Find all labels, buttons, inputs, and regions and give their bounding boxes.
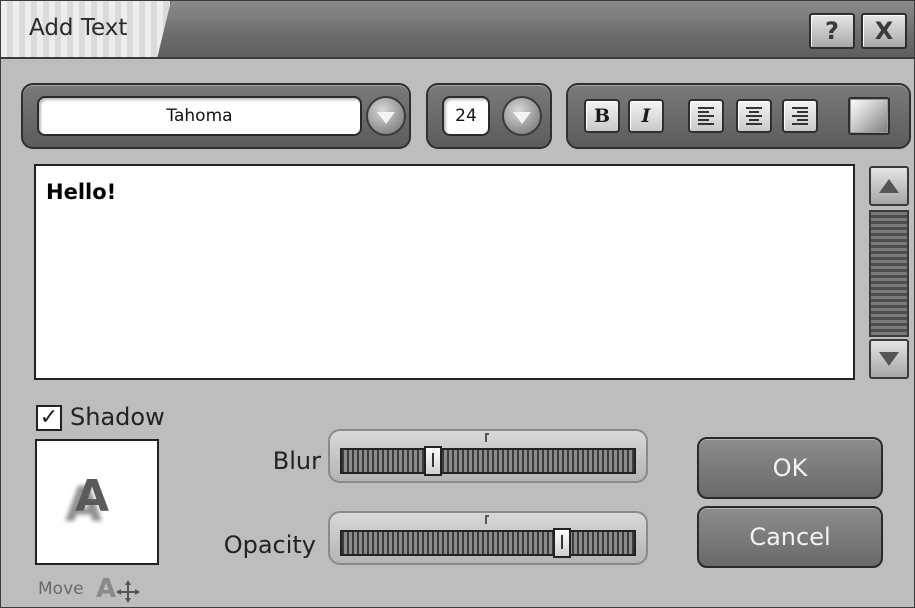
font-size-field[interactable]: 24 (442, 96, 490, 136)
font-dropdown-button[interactable] (366, 96, 406, 136)
scroll-down-button[interactable] (869, 339, 909, 379)
shadow-checkbox[interactable]: ✓ (36, 405, 62, 431)
cancel-button[interactable]: Cancel (697, 506, 883, 568)
bold-icon: B (593, 105, 611, 127)
shadow-preview[interactable]: A A (35, 439, 159, 565)
align-center-icon (746, 107, 762, 125)
ok-button[interactable]: OK (697, 437, 883, 499)
help-button[interactable]: ? (809, 13, 855, 49)
add-text-dialog: Add Text ? X Tahoma 24 B I Hello! ✓ Shad… (0, 0, 915, 608)
arrow-down-icon (879, 352, 899, 366)
move-shadow-icon[interactable]: A (96, 571, 140, 603)
opacity-slider-thumb[interactable] (553, 528, 571, 558)
chevron-down-icon (513, 111, 531, 124)
scroll-track[interactable] (869, 210, 909, 337)
align-right-icon (792, 107, 808, 125)
text-color-button[interactable] (848, 97, 890, 135)
size-dropdown-button[interactable] (502, 96, 542, 136)
text-input-area[interactable]: Hello! (34, 164, 855, 380)
chevron-down-icon (377, 111, 395, 124)
help-icon: ? (825, 17, 839, 45)
blur-label: Blur (272, 447, 321, 475)
slider-center-tick (485, 515, 489, 524)
font-size-group: 24 (426, 83, 552, 149)
scroll-up-button[interactable] (869, 166, 909, 206)
check-icon: ✓ (39, 405, 59, 430)
bold-button[interactable]: B (584, 99, 620, 133)
italic-icon: I (641, 105, 651, 127)
window-title: Add Text (29, 15, 128, 41)
opacity-slider[interactable] (328, 511, 648, 565)
slider-center-tick (485, 433, 489, 442)
arrow-up-icon (879, 179, 899, 193)
italic-button[interactable]: I (628, 99, 664, 133)
align-center-button[interactable] (736, 99, 772, 133)
move-label: Move (38, 579, 84, 599)
title-bar: Add Text ? X (1, 1, 914, 59)
blur-slider[interactable] (328, 429, 648, 483)
blur-slider-thumb[interactable] (424, 446, 442, 476)
align-right-button[interactable] (782, 99, 818, 133)
preview-letter: A (75, 471, 110, 522)
close-icon: X (874, 17, 894, 45)
text-style-group: B I (566, 83, 911, 149)
font-name-field[interactable]: Tahoma (37, 96, 362, 136)
svg-text:A: A (96, 574, 116, 603)
opacity-label: Opacity (223, 531, 316, 559)
align-left-button[interactable] (688, 99, 724, 133)
shadow-label: Shadow (70, 403, 165, 431)
font-selector-group: Tahoma (21, 83, 411, 149)
opacity-slider-track[interactable] (340, 528, 636, 558)
align-left-icon (698, 107, 714, 125)
blur-slider-track[interactable] (340, 446, 636, 476)
text-scrollbar[interactable] (867, 166, 911, 379)
close-button[interactable]: X (861, 13, 907, 49)
